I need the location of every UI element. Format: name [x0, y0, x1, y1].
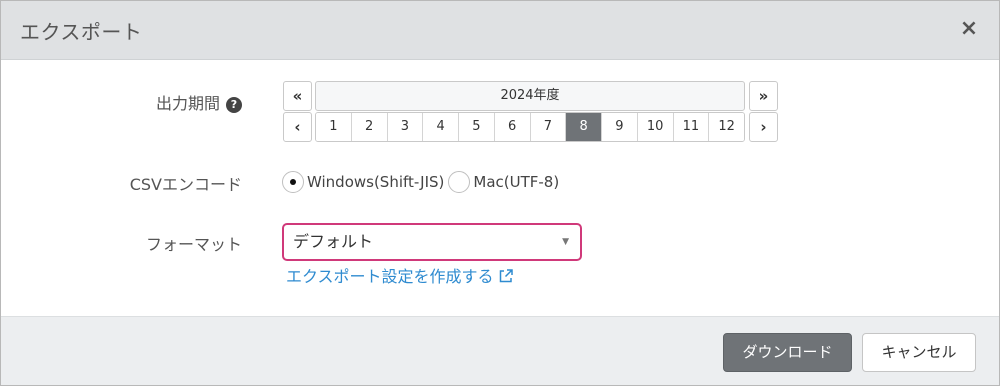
encoding-radio-group: Windows(Shift-JIS) Mac(UTF-8)	[282, 169, 563, 195]
encoding-label: CSVエンコード	[129, 175, 242, 194]
month-button[interactable]: 5	[459, 113, 495, 141]
month-button[interactable]: 2	[351, 113, 388, 141]
next-year-button[interactable]: »	[749, 81, 778, 111]
format-select-value: デフォルト	[293, 232, 374, 251]
month-button[interactable]: 11	[673, 113, 710, 141]
month-button-selected[interactable]: 8	[566, 113, 602, 141]
month-button[interactable]: 12	[709, 113, 744, 141]
close-button[interactable]: ×	[957, 17, 981, 41]
radio-windows[interactable]	[282, 171, 304, 193]
question-circle-icon[interactable]: ?	[226, 97, 242, 113]
create-export-settings-label: エクスポート設定を作成する	[286, 267, 494, 286]
prev-year-button[interactable]: «	[283, 81, 312, 111]
month-button[interactable]: 1	[316, 113, 352, 141]
encoding-option-mac[interactable]: Mac(UTF-8)	[448, 171, 559, 193]
month-button[interactable]: 10	[637, 113, 674, 141]
period-label: 出力期間	[155, 94, 220, 113]
period-label-row: 出力期間?	[156, 90, 242, 114]
prev-month-button[interactable]: ‹	[283, 112, 312, 142]
external-link-icon	[499, 269, 513, 283]
caret-down-icon: ▼	[562, 237, 569, 247]
cancel-button[interactable]: キャンセル	[862, 333, 976, 372]
month-button[interactable]: 3	[387, 113, 424, 141]
month-button[interactable]: 9	[602, 113, 638, 141]
month-selector: 1 2 3 4 5 6 7 8 9 10 11 12	[315, 112, 745, 142]
radio-mac-label: Mac(UTF-8)	[473, 173, 560, 191]
fiscal-year-label: 2024年度	[315, 81, 745, 111]
dialog-header: エクスポート ×	[1, 1, 999, 60]
download-button[interactable]: ダウンロード	[723, 333, 852, 372]
next-month-button[interactable]: ›	[749, 112, 778, 142]
radio-mac[interactable]	[448, 171, 471, 193]
format-label: フォーマット	[145, 235, 242, 254]
create-export-settings-link[interactable]: エクスポート設定を作成する	[286, 263, 514, 287]
month-button[interactable]: 4	[423, 113, 459, 141]
dialog-title: エクスポート	[20, 20, 143, 44]
month-button[interactable]: 6	[494, 113, 531, 141]
encoding-option-windows[interactable]: Windows(Shift-JIS)	[282, 171, 444, 193]
month-button[interactable]: 7	[530, 113, 567, 141]
format-select[interactable]: デフォルト ▼	[282, 223, 582, 261]
radio-windows-label: Windows(Shift-JIS)	[307, 173, 445, 191]
export-dialog: エクスポート × 出力期間? « 2024年度 » ‹ 1 2 3 4 5 6 …	[0, 0, 1000, 386]
